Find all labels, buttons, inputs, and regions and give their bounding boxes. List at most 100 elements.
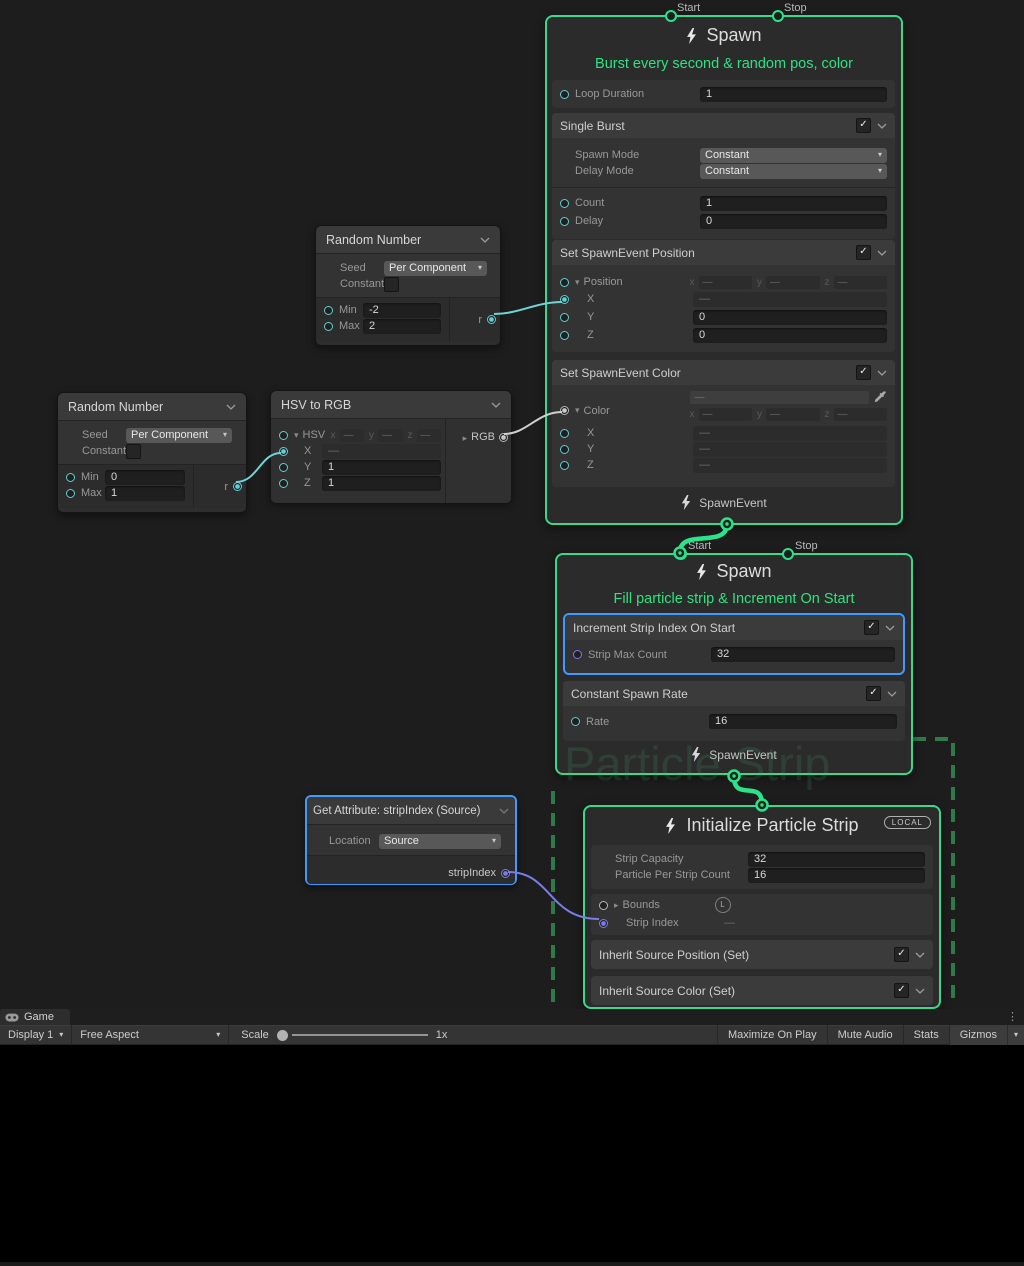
- max-field[interactable]: 1: [105, 486, 185, 501]
- count-field[interactable]: 1: [700, 196, 887, 211]
- ghost-field[interactable]: —: [417, 429, 441, 442]
- inherit-color-checkbox[interactable]: ✓: [894, 983, 909, 998]
- single-burst-block[interactable]: Single Burst ✓ Spawn Mode Constant▾ Dela…: [552, 113, 895, 239]
- position-y-port[interactable]: [560, 313, 569, 322]
- hsv-z-field[interactable]: 1: [322, 476, 441, 491]
- min-port[interactable]: [324, 306, 333, 315]
- delay-field[interactable]: 0: [700, 214, 887, 229]
- kebab-menu-icon[interactable]: ⋮: [1007, 1010, 1018, 1023]
- r-output-port-connected[interactable]: [233, 482, 242, 491]
- strip-settings-block[interactable]: Strip Capacity 32 Particle Per Strip Cou…: [591, 845, 933, 889]
- chevron-down-icon[interactable]: [877, 250, 887, 256]
- start-event-port-connected[interactable]: [675, 548, 687, 560]
- ghost-field[interactable]: —: [834, 408, 887, 421]
- position-x-port-connected[interactable]: [560, 295, 569, 304]
- chevron-down-icon[interactable]: [226, 404, 236, 410]
- spawn-mode-dropdown[interactable]: Constant▾: [700, 148, 887, 163]
- seed-dropdown[interactable]: Per Component▾: [126, 428, 232, 443]
- hsv-y-field[interactable]: 1: [322, 460, 441, 475]
- strip-max-count-field[interactable]: 32: [711, 647, 895, 662]
- gizmos-dropdown-arrow[interactable]: ▾: [1007, 1025, 1024, 1045]
- color-port-connected[interactable]: [560, 406, 569, 415]
- position-z-field[interactable]: 0: [693, 328, 887, 343]
- r-output-port-connected[interactable]: [487, 315, 496, 324]
- tab-game[interactable]: Game: [0, 1009, 70, 1025]
- stop-event-port[interactable]: [772, 10, 784, 22]
- min-field[interactable]: 0: [105, 470, 185, 485]
- min-port[interactable]: [66, 473, 75, 482]
- gizmos-button[interactable]: Gizmos: [950, 1025, 1007, 1045]
- loop-duration-block[interactable]: Loop Duration 1: [552, 80, 895, 108]
- color-x-port[interactable]: [560, 429, 569, 438]
- seed-dropdown[interactable]: Per Component▾: [384, 261, 487, 276]
- strip-capacity-field[interactable]: 32: [748, 852, 925, 867]
- stop-event-port[interactable]: [782, 548, 794, 560]
- chevron-down-icon[interactable]: [877, 370, 887, 376]
- strip-index-port-connected[interactable]: [599, 919, 608, 928]
- chevron-down-icon[interactable]: [885, 625, 895, 631]
- hsv-z-port[interactable]: [279, 479, 288, 488]
- set-position-block[interactable]: Set SpawnEvent Position ✓ ▾ Position x— …: [552, 240, 895, 352]
- min-field[interactable]: -2: [363, 303, 441, 318]
- max-field[interactable]: 2: [363, 319, 441, 334]
- chevron-down-icon[interactable]: [915, 988, 925, 994]
- start-event-port[interactable]: [665, 10, 677, 22]
- single-burst-checkbox[interactable]: ✓: [856, 118, 871, 133]
- chevron-down-icon[interactable]: [480, 237, 490, 243]
- random-number-pos-node[interactable]: Random Number Seed Per Component▾ Consta…: [315, 225, 501, 346]
- hsv-x-port-connected[interactable]: [279, 447, 288, 456]
- expand-down-icon[interactable]: ▾: [294, 430, 299, 441]
- rate-checkbox[interactable]: ✓: [866, 686, 881, 701]
- mute-audio-button[interactable]: Mute Audio: [828, 1025, 903, 1045]
- particle-per-strip-field[interactable]: 16: [748, 868, 925, 883]
- ghost-field[interactable]: —: [699, 276, 752, 289]
- ghost-field[interactable]: —: [378, 429, 402, 442]
- expand-right-icon[interactable]: ▸: [614, 900, 619, 911]
- spawn-context-burst[interactable]: Start Stop Spawn Burst every second & ra…: [545, 15, 903, 525]
- chevron-down-icon[interactable]: [887, 691, 897, 697]
- eyedropper-icon[interactable]: [874, 391, 887, 404]
- local-bounds-icon[interactable]: L: [715, 897, 731, 913]
- ghost-field[interactable]: —: [834, 276, 887, 289]
- hsv-to-rgb-node[interactable]: HSV to RGB ▾ HSV x— y— z— X: [270, 390, 512, 502]
- chevron-down-icon[interactable]: [877, 123, 887, 129]
- rgb-output-port-connected[interactable]: [499, 433, 508, 442]
- vfx-graph-canvas[interactable]: Start Stop Spawn Burst every second & ra…: [0, 0, 1024, 1009]
- get-attribute-node-selected[interactable]: Get Attribute: stripIndex (Source) Locat…: [305, 795, 517, 885]
- stats-button[interactable]: Stats: [904, 1025, 949, 1045]
- strip-max-count-port[interactable]: [573, 650, 582, 659]
- constant-checkbox[interactable]: [126, 444, 141, 459]
- inherit-source-position-block[interactable]: Inherit Source Position (Set) ✓: [591, 940, 933, 969]
- constant-checkbox[interactable]: [384, 277, 399, 292]
- rate-port[interactable]: [571, 717, 580, 726]
- ghost-field[interactable]: —: [699, 408, 752, 421]
- strip-index-output-port-connected[interactable]: [501, 869, 510, 878]
- local-space-badge[interactable]: LOCAL: [884, 816, 931, 829]
- maximize-on-play-button[interactable]: Maximize On Play: [718, 1025, 827, 1045]
- color-swatch-field[interactable]: —: [690, 391, 869, 404]
- inherit-position-checkbox[interactable]: ✓: [894, 947, 909, 962]
- count-port[interactable]: [560, 199, 569, 208]
- inherit-source-color-block[interactable]: Inherit Source Color (Set) ✓: [591, 976, 933, 1005]
- position-port[interactable]: [560, 278, 569, 287]
- position-y-field[interactable]: 0: [693, 310, 887, 325]
- loop-duration-field[interactable]: 1: [700, 87, 887, 102]
- loop-duration-port[interactable]: [560, 90, 569, 99]
- bounds-block[interactable]: ▸ Bounds L Strip Index —: [591, 894, 933, 935]
- hsv-y-port[interactable]: [279, 463, 288, 472]
- rate-field[interactable]: 16: [709, 714, 897, 729]
- ghost-field[interactable]: —: [766, 408, 819, 421]
- scale-slider-track[interactable]: [292, 1034, 428, 1036]
- delay-mode-dropdown[interactable]: Constant▾: [700, 164, 887, 179]
- set-color-block[interactable]: Set SpawnEvent Color ✓ ▾ Color — x— y— z…: [552, 360, 895, 487]
- expand-down-icon[interactable]: ▾: [575, 405, 580, 416]
- ghost-field[interactable]: —: [340, 429, 364, 442]
- random-number-hue-node[interactable]: Random Number Seed Per Component▾ Consta…: [57, 392, 247, 513]
- color-y-port[interactable]: [560, 445, 569, 454]
- hsv-port[interactable]: [279, 431, 288, 440]
- display-dropdown[interactable]: Display 1 ▾: [0, 1025, 71, 1045]
- expand-down-icon[interactable]: ▾: [575, 277, 580, 288]
- aspect-ratio-dropdown[interactable]: Free Aspect ▾: [72, 1025, 228, 1045]
- increment-strip-index-block-selected[interactable]: Increment Strip Index On Start ✓ Strip M…: [563, 613, 905, 675]
- scale-slider-handle[interactable]: [277, 1030, 288, 1041]
